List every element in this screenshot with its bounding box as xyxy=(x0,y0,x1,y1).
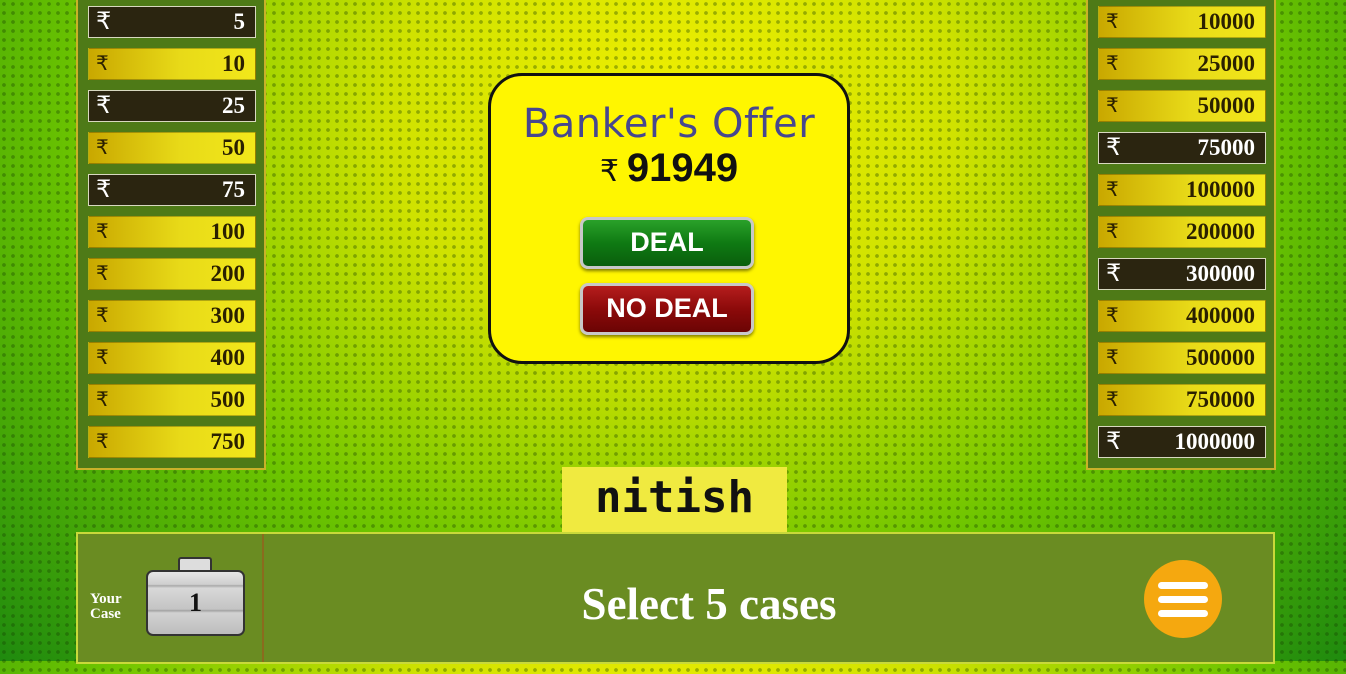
left-prize-1: ₹10 xyxy=(88,48,256,80)
rupee-icon: ₹ xyxy=(1106,177,1119,201)
rupee-icon: ₹ xyxy=(96,303,109,327)
left-prize-board: ₹5 ₹10 ₹25 ₹50 ₹75 ₹100 ₹200 ₹300 ₹400 ₹500 ₹750 xyxy=(76,0,266,470)
your-case-number: 1 xyxy=(189,588,202,617)
rupee-icon: ₹ xyxy=(96,91,112,119)
left-prize-2: ₹25 xyxy=(88,90,256,122)
rupee-icon: ₹ xyxy=(1106,133,1122,161)
prize-amount: 75 xyxy=(222,177,245,202)
rupee-icon: ₹ xyxy=(1106,9,1119,33)
left-prize-8: ₹400 xyxy=(88,342,256,374)
left-prize-6: ₹200 xyxy=(88,258,256,290)
rupee-icon: ₹ xyxy=(1106,219,1119,243)
right-prize-3: ₹75000 xyxy=(1098,132,1266,164)
menu-button[interactable] xyxy=(1144,560,1222,638)
prize-amount: 50000 xyxy=(1197,93,1256,118)
deal-button[interactable]: DEAL xyxy=(580,217,754,269)
right-prize-1: ₹25000 xyxy=(1098,48,1266,80)
rupee-icon: ₹ xyxy=(1106,259,1122,287)
left-prize-0: ₹5 xyxy=(88,6,256,38)
rupee-icon: ₹ xyxy=(96,7,112,35)
bottom-bar: Your Case 1 Select 5 cases xyxy=(76,532,1275,664)
rupee-icon: ₹ xyxy=(96,429,109,453)
rupee-icon: ₹ xyxy=(96,51,109,75)
prize-amount: 100 xyxy=(210,219,246,244)
prize-amount: 5 xyxy=(233,9,246,34)
rupee-icon: ₹ xyxy=(96,387,109,411)
prize-amount: 500 xyxy=(210,387,246,412)
right-prize-4: ₹100000 xyxy=(1098,174,1266,206)
rupee-icon: ₹ xyxy=(1106,51,1119,75)
right-prize-5: ₹200000 xyxy=(1098,216,1266,248)
left-prize-9: ₹500 xyxy=(88,384,256,416)
prize-amount: 1000000 xyxy=(1174,429,1256,454)
prize-amount: 25 xyxy=(222,93,245,118)
rupee-icon: ₹ xyxy=(599,154,619,189)
prize-amount: 200 xyxy=(210,261,246,286)
prize-amount: 300 xyxy=(210,303,246,328)
right-prize-8: ₹500000 xyxy=(1098,342,1266,374)
briefcase-icon: 1 xyxy=(146,570,245,636)
prize-amount: 750000 xyxy=(1186,387,1255,412)
prize-amount: 200000 xyxy=(1186,219,1255,244)
player-name: nitish xyxy=(562,467,787,533)
left-prize-3: ₹50 xyxy=(88,132,256,164)
right-prize-9: ₹750000 xyxy=(1098,384,1266,416)
prize-amount: 100000 xyxy=(1186,177,1255,202)
prize-amount: 75000 xyxy=(1197,135,1256,160)
rupee-icon: ₹ xyxy=(96,345,109,369)
rupee-icon: ₹ xyxy=(1106,345,1119,369)
rupee-icon: ₹ xyxy=(1106,93,1119,117)
rupee-icon: ₹ xyxy=(96,261,109,285)
prize-amount: 50 xyxy=(222,135,245,160)
your-case-label-line1: Your xyxy=(90,591,122,607)
rupee-icon: ₹ xyxy=(96,219,109,243)
prize-amount: 400 xyxy=(210,345,246,370)
your-case-label: Your Case xyxy=(90,592,122,622)
prize-amount: 10 xyxy=(222,51,245,76)
prize-amount: 750 xyxy=(210,429,246,454)
left-prize-4: ₹75 xyxy=(88,174,256,206)
right-prize-7: ₹400000 xyxy=(1098,300,1266,332)
prize-amount: 400000 xyxy=(1186,303,1255,328)
rupee-icon: ₹ xyxy=(96,135,109,159)
right-prize-0: ₹10000 xyxy=(1098,6,1266,38)
no-deal-button[interactable]: NO DEAL xyxy=(580,283,754,335)
briefcase-handle xyxy=(178,557,212,571)
right-prize-2: ₹50000 xyxy=(1098,90,1266,122)
prize-amount: 500000 xyxy=(1186,345,1255,370)
banker-offer-amount: ₹91949 xyxy=(491,146,847,194)
prize-amount: 300000 xyxy=(1186,261,1255,286)
rupee-icon: ₹ xyxy=(1106,303,1119,327)
left-prize-10: ₹750 xyxy=(88,426,256,458)
banker-offer-title: Banker's Offer xyxy=(522,101,816,147)
status-message: Select 5 cases xyxy=(581,579,837,629)
prize-amount: 25000 xyxy=(1197,51,1256,76)
left-prize-5: ₹100 xyxy=(88,216,256,248)
offer-amount-value: 91949 xyxy=(626,146,739,190)
rupee-icon: ₹ xyxy=(1106,387,1119,411)
right-prize-10: ₹1000000 xyxy=(1098,426,1266,458)
right-prize-6: ₹300000 xyxy=(1098,258,1266,290)
banker-offer-panel: Banker's Offer ₹91949 DEAL NO DEAL xyxy=(488,73,850,364)
rupee-icon: ₹ xyxy=(96,175,112,203)
right-prize-board: ₹10000 ₹25000 ₹50000 ₹75000 ₹100000 ₹200000 ₹3… xyxy=(1086,0,1276,470)
your-case-label-line2: Case xyxy=(90,606,121,622)
rupee-icon: ₹ xyxy=(1106,427,1122,455)
left-prize-7: ₹300 xyxy=(88,300,256,332)
prize-amount: 10000 xyxy=(1197,9,1256,34)
